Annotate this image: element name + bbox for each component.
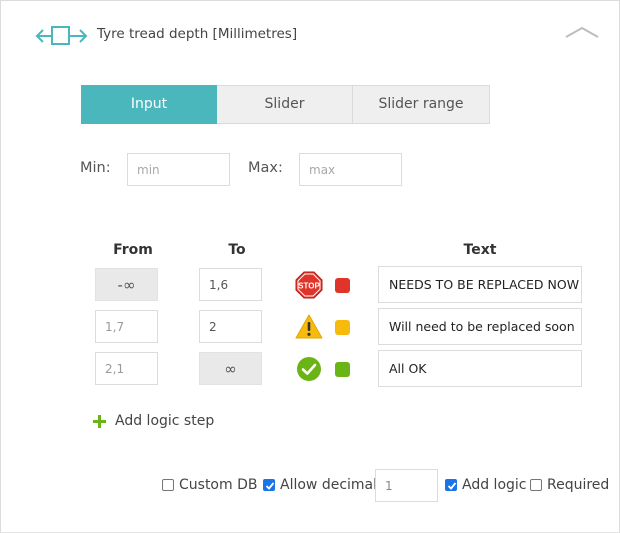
tab-input[interactable]: Input bbox=[81, 85, 217, 124]
chevron-up-icon[interactable] bbox=[564, 25, 600, 39]
color-swatch-row-2[interactable] bbox=[335, 320, 350, 335]
add-logic-step-button[interactable]: Add logic step bbox=[93, 413, 214, 429]
add-logic-option[interactable]: Add logic bbox=[445, 477, 526, 493]
allow-decimal-label: Allow decimal bbox=[280, 477, 378, 493]
checkmark-icon bbox=[265, 482, 275, 490]
from-input-row-1: -∞ bbox=[95, 268, 158, 301]
color-swatch-row-3[interactable] bbox=[335, 362, 350, 377]
from-input-row-3: 2,1 bbox=[95, 352, 158, 385]
svg-text:STOP: STOP bbox=[298, 282, 320, 291]
tab-slider[interactable]: Slider bbox=[217, 85, 353, 124]
custom-db-label: Custom DB bbox=[179, 477, 258, 493]
min-input[interactable]: min bbox=[127, 153, 230, 186]
plus-icon bbox=[93, 414, 106, 428]
text-input-row-3[interactable]: All OK bbox=[378, 350, 582, 387]
add-logic-checkbox[interactable] bbox=[445, 479, 457, 491]
field-title: Tyre tread depth [Millimetres] bbox=[97, 26, 298, 42]
warning-icon[interactable] bbox=[295, 313, 323, 341]
text-header: Text bbox=[463, 242, 497, 258]
allow-decimal-option[interactable]: Allow decimal bbox=[263, 477, 377, 493]
add-logic-label: Add logic bbox=[462, 477, 527, 493]
custom-db-option[interactable]: Custom DB bbox=[162, 477, 257, 493]
to-header: To bbox=[228, 242, 246, 258]
custom-db-checkbox[interactable] bbox=[162, 479, 174, 491]
text-input-row-2[interactable]: Will need to be replaced soon bbox=[378, 308, 582, 345]
tab-slider-range[interactable]: Slider range bbox=[353, 85, 490, 124]
decimals-input[interactable]: 1 bbox=[375, 469, 438, 502]
to-input-row-3: ∞ bbox=[199, 352, 262, 385]
field-panel: Tyre tread depth [Millimetres] Input Sli… bbox=[0, 0, 620, 533]
check-circle-icon[interactable] bbox=[295, 355, 323, 383]
required-option[interactable]: Required bbox=[530, 477, 609, 493]
from-header: From bbox=[113, 242, 153, 258]
from-input-row-2: 1,7 bbox=[95, 310, 158, 343]
max-input[interactable]: max bbox=[299, 153, 402, 186]
to-input-row-1[interactable]: 1,6 bbox=[199, 268, 262, 301]
stop-sign-icon[interactable]: STOP bbox=[295, 271, 323, 299]
allow-decimal-checkbox[interactable] bbox=[263, 479, 275, 491]
required-label: Required bbox=[547, 477, 610, 493]
range-arrows-icon bbox=[35, 26, 88, 45]
color-swatch-row-1[interactable] bbox=[335, 278, 350, 293]
min-label: Min: bbox=[80, 160, 111, 176]
required-checkbox[interactable] bbox=[530, 479, 542, 491]
max-label: Max: bbox=[248, 160, 283, 176]
text-input-row-1[interactable]: NEEDS TO BE REPLACED NOW bbox=[378, 266, 582, 303]
checkmark-icon bbox=[447, 482, 457, 490]
add-logic-step-label: Add logic step bbox=[115, 413, 215, 429]
mode-tabs: Input Slider Slider range bbox=[81, 85, 490, 124]
to-input-row-2[interactable]: 2 bbox=[199, 310, 262, 343]
